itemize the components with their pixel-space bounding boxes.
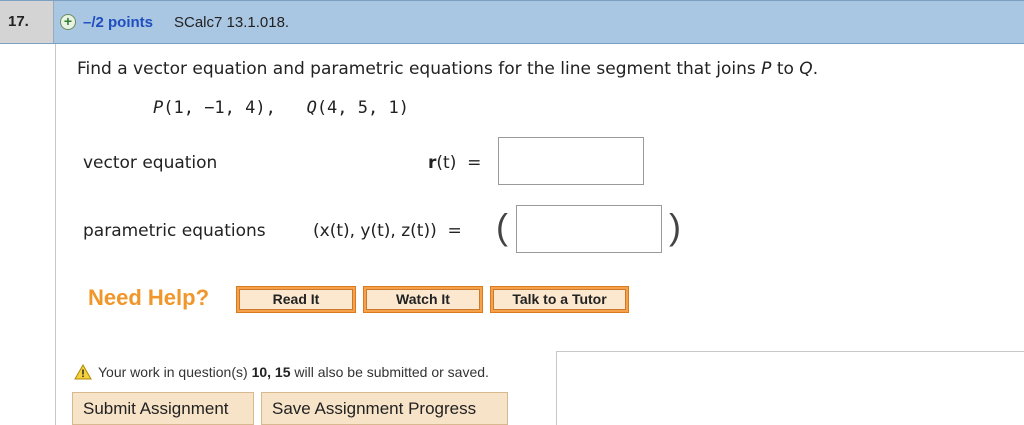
parametric-lhs: (x(t), y(t), z(t)) = [313,221,462,241]
prompt-end: . [812,59,819,79]
note-questions: 10, 15 [251,364,291,380]
submit-assignment-button[interactable]: Submit Assignment [72,392,254,425]
talk-to-tutor-button[interactable]: Talk to a Tutor [490,286,629,313]
point-q: Q [306,98,317,118]
point-p-label: P [761,59,772,79]
points-link[interactable]: –/2 points [83,14,153,31]
read-it-label: Read It [239,289,353,310]
read-it-button[interactable]: Read It [236,286,356,313]
prompt-to: to [771,59,800,79]
left-paren: ( [496,206,508,247]
vector-equation-input[interactable] [498,137,644,185]
question-number: 17. [0,1,54,43]
talk-to-tutor-label: Talk to a Tutor [493,289,626,310]
point-p: P [153,98,164,118]
watch-it-button[interactable]: Watch It [363,286,483,313]
problem-source: SCalc7 13.1.018. [174,14,290,31]
plus-icon[interactable]: + [60,14,76,30]
vector-equation-label: vector equation [83,153,218,173]
save-progress-button[interactable]: Save Assignment Progress [261,392,508,425]
question-header: 17. + –/2 points SCalc7 13.1.018. [0,0,1024,44]
vector-lhs-rest: (t) = [436,153,482,173]
note-pre: Your work in question(s) [98,364,252,380]
vector-lhs: r(t) = [428,153,481,173]
given-points: P(1, −1, 4), Q(4, 5, 1) [153,98,409,118]
warning-icon [74,364,92,380]
point-q-label: Q [799,59,813,79]
point-q-coords: (4, 5, 1) [316,98,409,118]
parametric-equations-input[interactable] [516,205,662,253]
parametric-equations-label: parametric equations [83,221,266,241]
question-prompt: Find a vector equation and parametric eq… [77,59,818,79]
right-paren: ) [669,206,681,247]
prompt-text: Find a vector equation and parametric eq… [77,59,762,79]
watch-it-label: Watch It [366,289,480,310]
note-post: will also be submitted or saved. [290,364,489,380]
side-panel [556,351,1024,425]
point-p-coords: (1, −1, 4), [163,98,276,118]
submission-note: Your work in question(s) 10, 15 will als… [98,364,489,380]
content-divider [55,44,56,425]
need-help-heading: Need Help? [88,285,210,310]
